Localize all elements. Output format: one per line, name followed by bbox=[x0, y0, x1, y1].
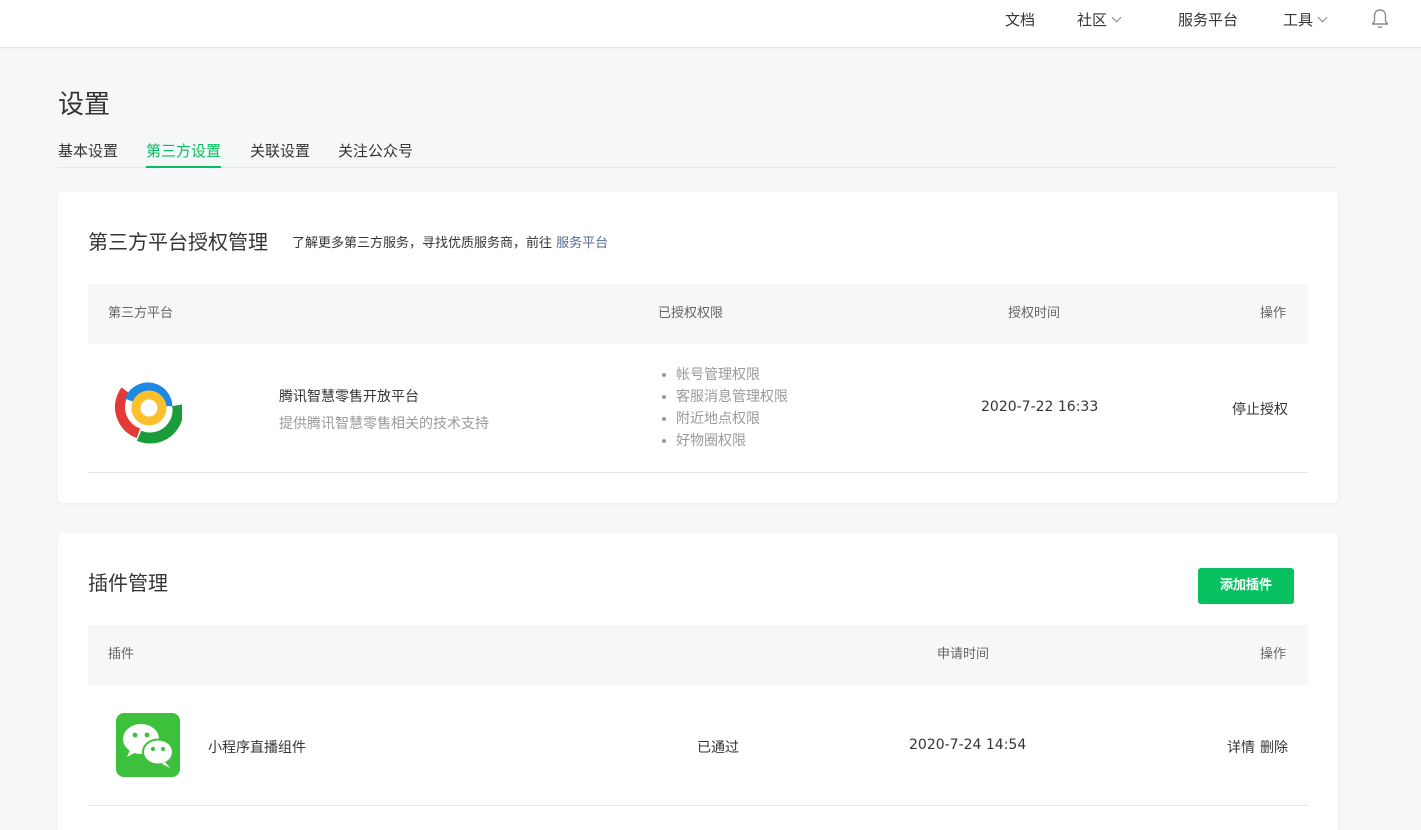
tab-linked-settings[interactable]: 关联设置 bbox=[250, 138, 310, 168]
chevron-down-icon bbox=[1317, 12, 1328, 23]
table-row: 腾讯智慧零售开放平台 提供腾讯智慧零售相关的技术支持 帐号管理权限 客服消息管理… bbox=[88, 344, 1308, 473]
permission-list: 帐号管理权限 客服消息管理权限 附近地点权限 好物圈权限 bbox=[660, 364, 788, 452]
nav-docs[interactable]: 文档 bbox=[1005, 0, 1035, 40]
col-apply-time: 申请时间 bbox=[937, 647, 990, 662]
plugin-delete-link[interactable]: 删除 bbox=[1260, 737, 1288, 757]
bell-icon[interactable] bbox=[1370, 8, 1390, 30]
add-plugin-button[interactable]: 添加插件 bbox=[1198, 568, 1294, 604]
permission-item: 好物圈权限 bbox=[660, 430, 788, 452]
third-party-auth-title: 第三方平台授权管理 bbox=[88, 230, 268, 254]
subtitle-text: 了解更多第三方服务，寻找优质服务商，前往 bbox=[292, 236, 553, 251]
permission-item: 客服消息管理权限 bbox=[660, 386, 788, 408]
nav-service-platform[interactable]: 服务平台 bbox=[1178, 0, 1238, 40]
tab-follow-official-account[interactable]: 关注公众号 bbox=[338, 138, 413, 168]
col-plugin: 插件 bbox=[108, 647, 135, 662]
plugin-detail-link[interactable]: 详情 bbox=[1227, 737, 1255, 757]
platform-description: 提供腾讯智慧零售相关的技术支持 bbox=[279, 416, 489, 432]
plugin-status: 已通过 bbox=[697, 740, 739, 756]
third-party-auth-card: 第三方平台授权管理 了解更多第三方服务，寻找优质服务商，前往 服务平台 第三方平… bbox=[58, 192, 1338, 503]
third-party-table-header: 第三方平台 已授权权限 授权时间 操作 bbox=[88, 284, 1308, 344]
nav-community[interactable]: 社区 bbox=[1077, 0, 1122, 40]
nav-tools-label: 工具 bbox=[1283, 11, 1314, 29]
chevron-down-icon bbox=[1111, 12, 1122, 23]
third-party-auth-subtitle: 了解更多第三方服务，寻找优质服务商，前往 服务平台 bbox=[292, 232, 608, 251]
plugin-name: 小程序直播组件 bbox=[208, 740, 306, 756]
table-row: 小程序直播组件 已通过 2020-7-24 14:54 详情 删除 bbox=[88, 685, 1308, 806]
authorized-time: 2020-7-22 16:33 bbox=[981, 399, 1099, 415]
plugin-management-title: 插件管理 bbox=[88, 571, 168, 595]
top-bar: 文档 社区 服务平台 工具 bbox=[0, 0, 1421, 48]
page-title: 设置 bbox=[58, 90, 111, 120]
plugin-management-card: 插件管理 添加插件 插件 申请时间 操作 小程序直播组件 已通过 2020-7-… bbox=[58, 533, 1338, 830]
wechat-icon bbox=[116, 713, 180, 777]
col-actions: 操作 bbox=[1260, 306, 1287, 321]
service-platform-link[interactable]: 服务平台 bbox=[556, 236, 608, 251]
plugin-table-header: 插件 申请时间 操作 bbox=[88, 625, 1308, 685]
col-third-party-platform: 第三方平台 bbox=[108, 306, 174, 321]
platform-name: 腾讯智慧零售开放平台 bbox=[279, 389, 419, 405]
nav-service-platform-label: 服务平台 bbox=[1178, 11, 1239, 29]
permission-item: 附近地点权限 bbox=[660, 408, 788, 430]
apply-time: 2020-7-24 14:54 bbox=[909, 737, 1027, 753]
tab-basic-settings[interactable]: 基本设置 bbox=[58, 138, 118, 168]
permission-item: 帐号管理权限 bbox=[660, 364, 788, 386]
col-authorized-time: 授权时间 bbox=[1008, 306, 1061, 321]
nav-tools[interactable]: 工具 bbox=[1283, 0, 1328, 40]
tencent-smart-retail-logo-icon bbox=[115, 374, 182, 444]
stop-authorization-link[interactable]: 停止授权 bbox=[1232, 399, 1288, 419]
tab-third-party-settings[interactable]: 第三方设置 bbox=[146, 138, 222, 168]
col-actions: 操作 bbox=[1260, 647, 1287, 662]
nav-community-label: 社区 bbox=[1077, 11, 1108, 29]
col-authorized-permissions: 已授权权限 bbox=[658, 306, 724, 321]
settings-tabs: 基本设置 第三方设置 关联设置 关注公众号 bbox=[58, 138, 1338, 168]
nav-docs-label: 文档 bbox=[1005, 11, 1036, 29]
